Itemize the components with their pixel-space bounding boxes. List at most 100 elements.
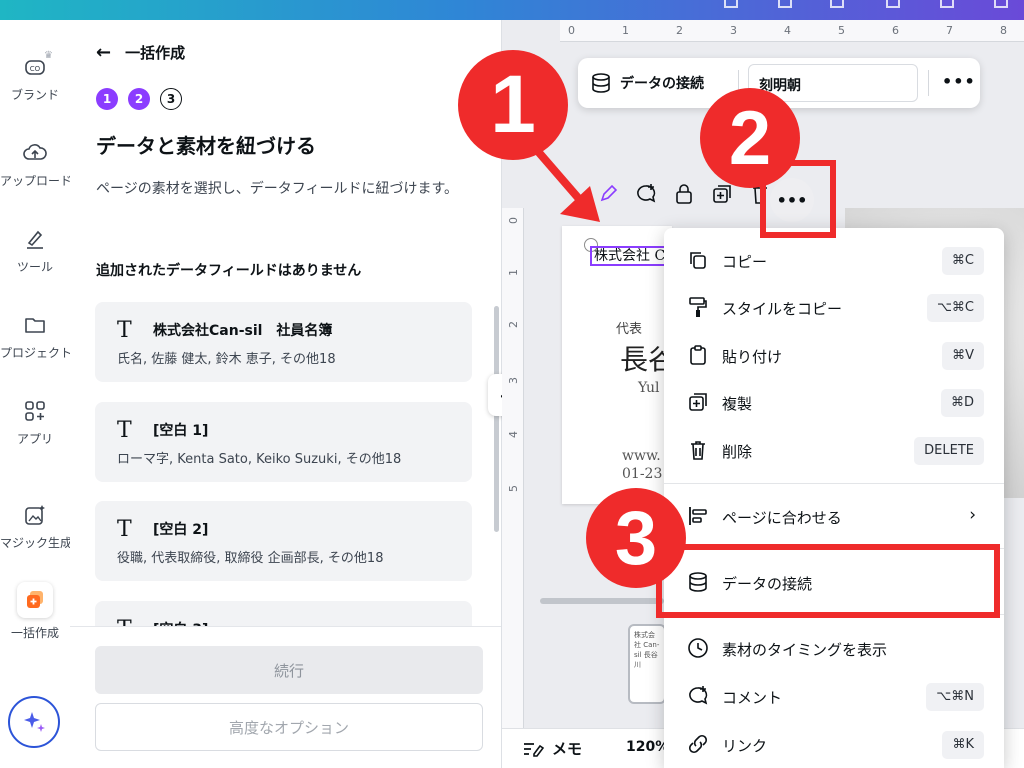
menu-item-duplicate[interactable]: 複製 ⌘D (664, 382, 1004, 422)
copy-icon (686, 248, 710, 272)
field-name: [空白 2] (153, 522, 209, 538)
shortcut-badge: ⌘C (941, 247, 984, 275)
clock-icon (686, 636, 710, 660)
design-page[interactable]: 株式会社 C 代表 長谷 Yul www. 01-23 (562, 226, 676, 504)
magic-assistant-button[interactable] (8, 696, 60, 748)
comment-add-icon[interactable] (634, 182, 658, 206)
step-2: 2 (128, 88, 150, 110)
step-1: 1 (96, 88, 118, 110)
rail-label: ブランド (10, 88, 59, 102)
shortcut-badge: ⌘V (942, 342, 984, 370)
magic-media-icon (22, 502, 48, 528)
clipboard-icon (686, 343, 710, 367)
database-icon (592, 73, 610, 93)
page-icon[interactable] (778, 0, 792, 8)
rail-label: 一括作成 (10, 626, 59, 640)
menu-item-label: 素材のタイミングを表示 (722, 641, 888, 659)
ruler-left: 0 1 2 3 4 5 (502, 208, 524, 728)
shortcut-badge: ⌥⌘N (926, 683, 984, 711)
trash-icon (686, 438, 710, 462)
canvas-text[interactable]: Yul (638, 380, 660, 396)
menu-divider (664, 483, 1004, 484)
field-values: 役職, 代表取締役, 取締役 企画部長, その他18 (117, 551, 384, 566)
panel-header-title: 一括作成 (125, 44, 186, 62)
menu-item-label: リンク (722, 737, 768, 755)
menu-item-link[interactable]: リンク ⌘K (664, 724, 1004, 764)
ruler-tick-label: 5 (507, 485, 520, 492)
data-connect-button[interactable]: データの接続 (590, 72, 704, 94)
toolbar-divider (928, 70, 929, 96)
panel-title: データと素材を紐づける (96, 134, 316, 158)
shortcut-badge: ⌥⌘C (926, 294, 984, 322)
arrow-left-icon[interactable]: ← (96, 42, 111, 63)
menu-item-align-to-page[interactable]: ページに合わせる › (664, 496, 1004, 536)
device-icon[interactable] (724, 0, 738, 8)
menu-item-timing[interactable]: 素材のタイミングを表示 (664, 628, 1004, 668)
panel-footer: 続行 高度なオプション (70, 626, 501, 768)
canvas-text[interactable]: 01-23 (622, 466, 662, 482)
panel-scrollbar[interactable] (494, 306, 499, 532)
rail-item-tools[interactable]: ツール (0, 226, 70, 275)
edit-pencil-icon[interactable] (596, 182, 620, 206)
grid-icon[interactable] (940, 0, 954, 8)
ruler-tick-label: 3 (730, 24, 737, 37)
more-options-button[interactable]: ••• (942, 72, 976, 91)
data-field-card[interactable]: T [空白 1] ローマ字, Kenta Sato, Keiko Suzuki,… (95, 402, 472, 482)
menu-item-comment[interactable]: コメント ⌥⌘N (664, 676, 1004, 716)
annotation-badge-2: 2 (700, 88, 800, 188)
text-type-icon: T (117, 418, 132, 443)
canvas-horizontal-scrollbar[interactable] (540, 598, 664, 604)
rail-item-magic[interactable]: マジック生成 (0, 502, 73, 551)
rail-label: マジック生成 (0, 536, 73, 550)
ruler-tick-label: 4 (507, 431, 520, 438)
rail-label: アップロード (0, 174, 73, 188)
rail-item-apps[interactable]: アプリ (0, 398, 70, 447)
data-connect-label: データの接続 (620, 76, 704, 92)
rail-item-projects[interactable]: プロジェクト (0, 312, 73, 361)
duplicate-icon[interactable] (710, 182, 734, 206)
step-3: 3 (160, 88, 182, 110)
notes-button[interactable]: メモ (522, 738, 582, 759)
rail-item-bulk-create[interactable]: 一括作成 (0, 582, 70, 641)
advanced-options-button[interactable]: 高度なオプション (95, 703, 483, 751)
menu-item-copy[interactable]: コピー ⌘C (664, 240, 1004, 280)
rail-label: プロジェクト (0, 346, 73, 360)
ruler-tick-label: 5 (838, 24, 845, 37)
panel-description: ページの素材を選択し、データフィールドに紐づけます。 (96, 181, 459, 197)
canvas-text[interactable]: 代表 (616, 318, 642, 337)
continue-button[interactable]: 続行 (95, 646, 483, 694)
lock-icon[interactable] (672, 182, 696, 206)
shortcut-badge: ⌘K (942, 731, 984, 759)
canvas-text[interactable]: www. (622, 448, 661, 464)
page-thumbnail[interactable]: 株式会社 Can-sil 長谷川 (628, 624, 666, 704)
back-header[interactable]: ← 一括作成 (96, 42, 185, 63)
apps-icon (22, 398, 48, 424)
ruler-tick-label: 3 (507, 377, 520, 384)
ruler-tick-label: 1 (622, 24, 629, 37)
rail-label: ツール (16, 260, 53, 274)
share-icon[interactable] (994, 0, 1008, 8)
ruler-top: 0 1 2 3 4 5 6 7 8 (560, 20, 1024, 42)
no-fields-note: 追加されたデータフィールドはありません (96, 263, 362, 279)
data-field-card[interactable]: T 株式会社Can-sil 社員名簿 氏名, 佐藤 健太, 鈴木 恵子, その他… (95, 302, 472, 382)
data-field-card[interactable]: T [空白 2] 役職, 代表取締役, 取締役 企画部長, その他18 (95, 501, 472, 581)
top-header-bar (0, 0, 1024, 20)
menu-item-label: 複製 (722, 395, 753, 413)
chart-icon[interactable] (886, 0, 900, 8)
shortcut-badge: ⌘D (940, 389, 984, 417)
rail-item-brand[interactable]: ♛ CO ブランド (0, 50, 70, 103)
zoom-level[interactable]: 120% (626, 739, 669, 755)
menu-item-delete[interactable]: 削除 DELETE (664, 430, 1004, 470)
svg-text:CO: CO (30, 65, 41, 73)
step-indicator: 1 2 3 (96, 88, 182, 110)
comment-add-icon (686, 684, 710, 708)
highlight-data-connect (656, 544, 1000, 618)
comment-icon[interactable] (830, 0, 844, 8)
rail-item-upload[interactable]: アップロード (0, 140, 73, 189)
field-values: 氏名, 佐藤 健太, 鈴木 恵子, その他18 (117, 352, 336, 367)
ruler-tick-label: 1 (507, 269, 520, 276)
selected-text-element[interactable]: 株式会社 C (590, 246, 670, 266)
notes-icon (524, 742, 544, 757)
menu-item-copy-style[interactable]: スタイルをコピー ⌥⌘C (664, 287, 1004, 327)
menu-item-paste[interactable]: 貼り付け ⌘V (664, 335, 1004, 375)
